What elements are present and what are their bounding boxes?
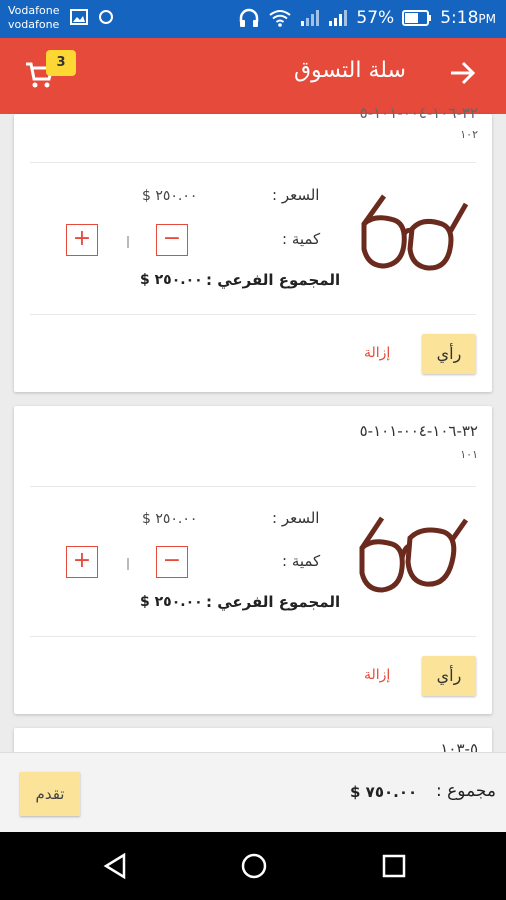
increase-quantity-button[interactable]: + <box>66 224 98 256</box>
chat-icon <box>99 10 113 24</box>
minus-icon: − <box>162 226 182 251</box>
quantity-label: كمية : <box>282 552 321 570</box>
price-value: $ ٢٥٠.٠٠ <box>142 511 198 527</box>
decrease-quantity-button[interactable]: − <box>156 224 188 256</box>
item-sub-code: ١٠١ <box>460 448 478 461</box>
subtotal-value: $ ٢٥٠.٠٠ <box>140 594 203 610</box>
headphones-icon <box>240 8 259 27</box>
view-button[interactable]: رأي <box>422 334 476 374</box>
total-value: $ ٧٥٠.٠٠ <box>350 783 418 801</box>
status-icons-left <box>70 9 114 25</box>
divider <box>30 162 476 163</box>
subtotal-label: المجموع الفرعي : <box>206 271 341 289</box>
remove-button[interactable]: إزالة <box>364 667 390 683</box>
battery-percent: 57% <box>356 8 395 28</box>
cart-item-card: ٣٢-١٠٦-٠٠٤-١٠١-٥ ١٠١ السعر : $ ٢٥٠.٠٠ كم… <box>14 406 492 714</box>
quantity-value <box>127 558 129 570</box>
page-title: سلة التسوق <box>293 58 406 83</box>
nav-home-icon[interactable] <box>240 852 268 880</box>
increase-quantity-button[interactable]: + <box>66 546 98 578</box>
plus-icon: + <box>72 548 92 573</box>
wifi-icon <box>269 10 292 27</box>
item-sub-code: ١٠٢ <box>460 128 478 141</box>
cart-count-badge: 3 <box>46 50 76 76</box>
total-label: مجموع : <box>436 781 496 801</box>
price-value: $ ٢٥٠.٠٠ <box>142 188 198 204</box>
nav-back-icon[interactable] <box>102 852 128 880</box>
checkout-bar: تقدم $ ٧٥٠.٠٠ مجموع : <box>0 752 506 833</box>
price-label: السعر : <box>272 186 320 204</box>
carrier-name-1: Vodafone <box>8 4 60 17</box>
cart-item-card: ٣٢-١٠٦-٠٠٤-١٠١-٥ ١٠٢ السعر : $ ٢٥٠.٠٠ كم… <box>14 104 492 392</box>
remove-button[interactable]: إزالة <box>364 345 390 361</box>
divider <box>30 636 476 637</box>
proceed-button[interactable]: تقدم <box>20 772 80 816</box>
nav-recents-icon[interactable] <box>382 854 406 878</box>
battery-icon <box>402 10 432 26</box>
quantity-value <box>127 236 129 248</box>
app-bar: 3 سلة التسوق <box>0 38 506 114</box>
item-code: ٣٢-١٠٦-٠٠٤-١٠١-٥ <box>359 422 478 440</box>
plus-icon: + <box>72 226 92 251</box>
signal-icon <box>329 10 348 26</box>
status-bar: Vodafone vodafone 57% 5:18PM <box>0 0 506 38</box>
system-nav-bar <box>0 832 506 900</box>
minus-icon: − <box>162 548 182 573</box>
divider <box>30 314 476 315</box>
decrease-quantity-button[interactable]: − <box>156 546 188 578</box>
image-icon <box>70 9 88 25</box>
signal-icon <box>301 10 320 26</box>
glasses-product-image <box>359 516 469 593</box>
carrier-info: Vodafone vodafone <box>8 4 59 32</box>
subtotal-value: $ ٢٥٠.٠٠ <box>140 272 203 288</box>
clock: 5:18PM <box>440 8 496 28</box>
quantity-label: كمية : <box>282 230 321 248</box>
status-icons-right: 57% 5:18PM <box>238 8 496 28</box>
carrier-name-2: vodafone <box>8 18 60 31</box>
divider <box>30 486 476 487</box>
back-arrow-icon[interactable] <box>448 60 476 86</box>
price-label: السعر : <box>272 509 320 527</box>
item-code: ٣٢-١٠٦-٠٠٤-١٠١-٥ <box>359 104 478 122</box>
view-button[interactable]: رأي <box>422 656 476 696</box>
subtotal-label: المجموع الفرعي : <box>206 593 341 611</box>
glasses-product-image <box>361 194 469 271</box>
